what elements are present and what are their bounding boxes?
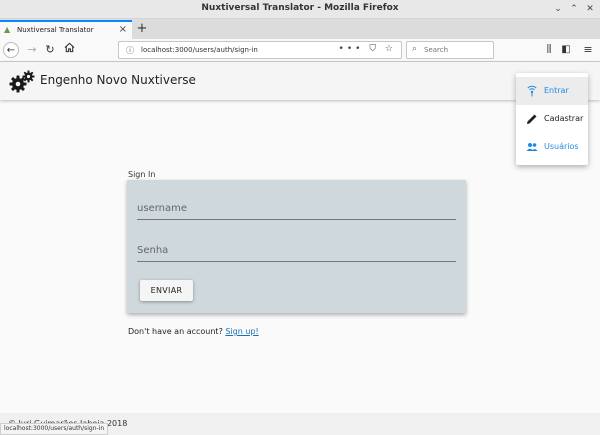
user-menu-dropdown: Entrar Cadastrar Usuários (516, 73, 588, 165)
status-bar-url: localhost:3000/users/auth/sign-in (0, 423, 109, 435)
window-title: Nuxtiversal Translator - Mozilla Firefox (201, 3, 399, 13)
signin-heading: Sign In (128, 170, 156, 179)
menu-label-entrar: Entrar (544, 86, 569, 95)
minimize-button[interactable]: ⌄ (552, 3, 564, 15)
site-info-icon[interactable]: ⓘ (126, 45, 134, 56)
close-tab-icon[interactable]: × (119, 24, 127, 35)
signin-card: ENVIAR (127, 180, 466, 313)
menu-item-entrar[interactable]: Entrar (516, 77, 588, 105)
home-icon (64, 42, 74, 53)
search-input[interactable] (424, 44, 490, 56)
menu-item-usuarios[interactable]: Usuários (516, 133, 588, 161)
wifi-signal-icon (527, 85, 537, 97)
signup-link[interactable]: Sign up! (225, 327, 258, 336)
navigation-bar: ← → ↻ ⓘ localhost:3000/users/auth/sign-i… (0, 39, 600, 62)
gears-logo-icon[interactable] (9, 70, 35, 94)
menu-label-cadastrar: Cadastrar (544, 114, 584, 123)
reload-button[interactable]: ↻ (42, 42, 58, 58)
window-titlebar: Nuxtiversal Translator - Mozilla Firefox… (0, 0, 600, 19)
new-tab-button[interactable]: + (136, 20, 148, 37)
address-url[interactable]: localhost:3000/users/auth/sign-in (141, 46, 258, 54)
favicon-icon: ▲ (4, 25, 11, 34)
submit-button[interactable]: ENVIAR (140, 280, 193, 301)
sidebar-toggle-icon[interactable]: ◧ (558, 42, 574, 58)
address-bar[interactable]: ⓘ localhost:3000/users/auth/sign-in ••• … (118, 41, 402, 59)
close-window-button[interactable]: ✕ (584, 3, 596, 15)
password-field[interactable] (137, 240, 456, 262)
signup-prompt: Don't have an account? Sign up! (128, 327, 259, 336)
tab-label: Nuxtiversal Translator (17, 26, 94, 34)
home-button[interactable] (61, 42, 77, 58)
forward-button[interactable]: → (24, 42, 40, 58)
username-field[interactable] (137, 198, 456, 220)
menu-label-usuarios: Usuários (544, 142, 579, 151)
back-button[interactable]: ← (3, 42, 19, 58)
page-actions-icon[interactable]: ••• ⛉ ☆ (339, 44, 396, 54)
menu-item-cadastrar[interactable]: Cadastrar (516, 105, 588, 133)
app-brand-title[interactable]: Engenho Novo Nuxtiverse (40, 73, 196, 87)
browser-tab[interactable]: ▲ Nuxtiversal Translator × (0, 20, 132, 39)
search-icon: ⌕ (412, 44, 418, 54)
search-bar[interactable]: ⌕ (406, 41, 494, 59)
no-account-text: Don't have an account? (128, 327, 223, 336)
hamburger-menu-icon[interactable]: ≡ (580, 42, 596, 58)
pencil-icon (527, 114, 537, 124)
library-icon[interactable]: ⫼ (541, 42, 557, 58)
tab-strip: ▲ Nuxtiversal Translator × + (0, 19, 600, 39)
app-header: Engenho Novo Nuxtiverse (0, 62, 600, 100)
maximize-button[interactable]: ⌃ (568, 3, 580, 15)
people-icon (526, 143, 538, 151)
